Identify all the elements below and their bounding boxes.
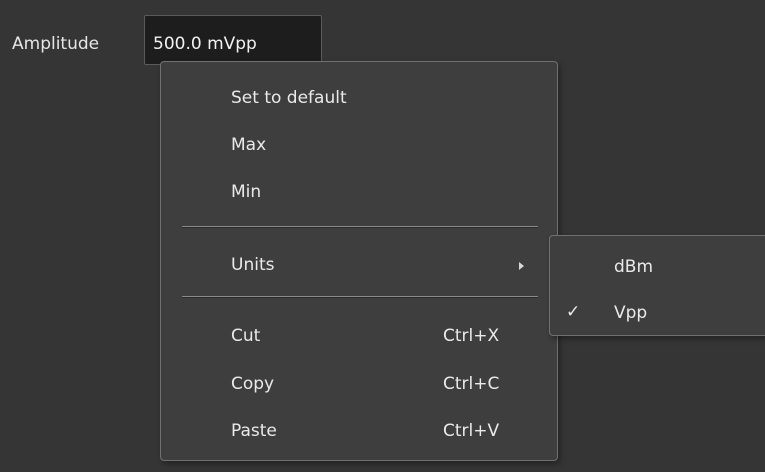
menu-item-cut[interactable]: Cut Ctrl+X — [161, 316, 557, 356]
amplitude-label: Amplitude — [12, 34, 100, 54]
menu-item-shortcut: Ctrl+C — [443, 374, 500, 394]
menu-item-label: Set to default — [231, 88, 347, 108]
menu-item-min[interactable]: Min — [161, 172, 557, 212]
units-submenu: dBm ✓ Vpp — [549, 235, 765, 336]
menu-item-copy[interactable]: Copy Ctrl+C — [161, 364, 557, 404]
menu-item-label: Max — [231, 135, 267, 155]
menu-item-shortcut: Ctrl+X — [443, 326, 500, 346]
settings-panel: Amplitude 500.0 mVpp Set to default Max … — [0, 0, 765, 472]
menu-item-units[interactable]: Units — [161, 245, 557, 285]
checkmark-icon: ✓ — [566, 302, 581, 322]
menu-item-label: Min — [231, 182, 262, 202]
menu-separator — [182, 226, 538, 228]
menu-item-max[interactable]: Max — [161, 125, 557, 165]
menu-item-label: Copy — [231, 374, 275, 394]
menu-item-label: Paste — [231, 421, 277, 441]
menu-item-label: Units — [231, 255, 275, 275]
submenu-item-label: dBm — [614, 257, 654, 277]
submenu-item-vpp[interactable]: ✓ Vpp — [550, 292, 765, 334]
menu-item-paste[interactable]: Paste Ctrl+V — [161, 411, 557, 451]
menu-item-set-to-default[interactable]: Set to default — [161, 78, 557, 118]
menu-separator — [182, 296, 538, 298]
menu-item-shortcut: Ctrl+V — [443, 421, 500, 441]
menu-item-label: Cut — [231, 326, 261, 346]
submenu-item-label: Vpp — [614, 303, 648, 323]
submenu-item-dbm[interactable]: dBm — [550, 246, 765, 288]
context-menu: Set to default Max Min Units Cut Ctrl+X … — [160, 61, 558, 461]
amplitude-input[interactable]: 500.0 mVpp — [144, 15, 322, 65]
submenu-arrow-icon — [519, 262, 524, 270]
